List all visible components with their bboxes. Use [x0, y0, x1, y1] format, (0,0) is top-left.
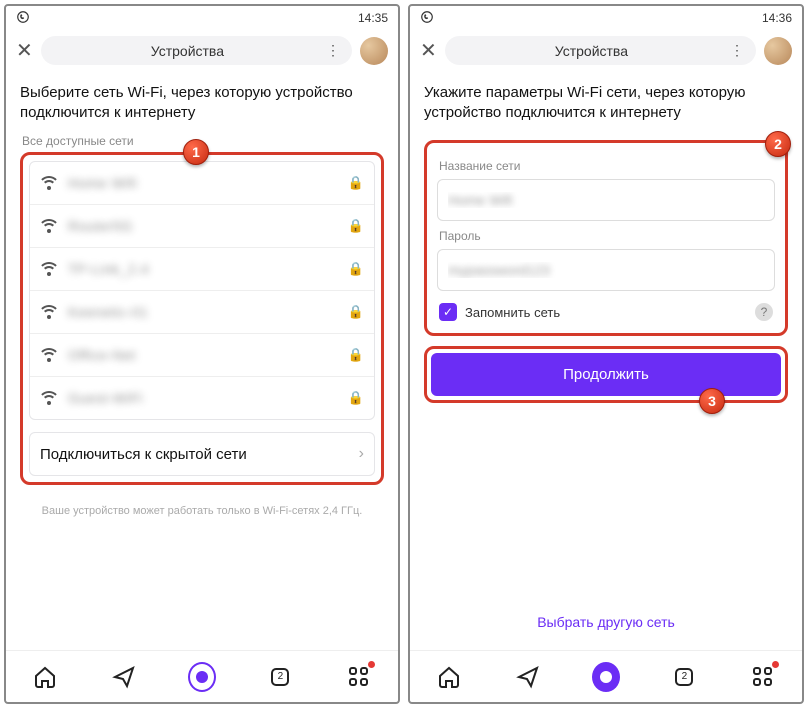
- network-name: Keenetic-01: [68, 304, 338, 320]
- hidden-network-list: Подключиться к скрытой сети ›: [29, 432, 375, 476]
- network-name: Office-Net: [68, 347, 338, 363]
- page-title: Устройства: [51, 43, 324, 59]
- wifi-icon: [40, 174, 58, 192]
- wifi-icon: [40, 346, 58, 364]
- network-name: Router5G: [68, 218, 338, 234]
- heading: Укажите параметры Wi-Fi сети, через кото…: [424, 83, 788, 122]
- more-icon[interactable]: ⋮: [728, 42, 746, 59]
- continue-button[interactable]: Продолжить: [431, 353, 781, 396]
- lock-icon: 🔒: [348, 347, 364, 363]
- lock-icon: 🔒: [348, 390, 364, 406]
- network-row[interactable]: Guest-WiFi 🔒: [30, 377, 374, 419]
- hidden-network-row[interactable]: Подключиться к скрытой сети ›: [30, 433, 374, 475]
- lock-icon: 🔒: [348, 175, 364, 191]
- lock-icon: 🔒: [348, 218, 364, 234]
- network-name-label: Название сети: [439, 159, 773, 173]
- nav-alice-icon[interactable]: [188, 663, 216, 691]
- wifi-icon: [40, 260, 58, 278]
- status-time: 14:35: [358, 11, 388, 25]
- lock-icon: 🔒: [348, 304, 364, 320]
- network-row[interactable]: TP-Link_2.4 🔒: [30, 248, 374, 291]
- topbar: ✕ Устройства ⋮: [6, 30, 398, 71]
- lock-icon: 🔒: [348, 261, 364, 277]
- remember-checkbox[interactable]: ✓: [439, 303, 457, 321]
- network-name-input[interactable]: [437, 179, 775, 221]
- hidden-network-label: Подключиться к скрытой сети: [40, 446, 247, 463]
- phone-screen-right: 14:36 ✕ Устройства ⋮ Укажите параметры W…: [408, 4, 804, 704]
- content: Укажите параметры Wi-Fi сети, через кото…: [410, 71, 802, 650]
- choose-other-network-link[interactable]: Выбрать другую сеть: [424, 614, 788, 630]
- close-icon[interactable]: ✕: [420, 38, 437, 63]
- continue-highlight: Продолжить 3: [424, 346, 788, 403]
- password-label: Пароль: [439, 229, 773, 243]
- network-name: TP-Link_2.4: [68, 261, 338, 277]
- statusbar: 14:35: [6, 6, 398, 30]
- nav-services-icon[interactable]: [749, 663, 777, 691]
- callout-badge-1: 1: [183, 139, 209, 165]
- heading: Выберите сеть Wi-Fi, через которую устро…: [20, 83, 384, 122]
- network-row[interactable]: Keenetic-01 🔒: [30, 291, 374, 334]
- avatar[interactable]: [360, 37, 388, 65]
- title-pill[interactable]: Устройства ⋮: [445, 36, 756, 65]
- topbar: ✕ Устройства ⋮: [410, 30, 802, 71]
- callout-badge-2: 2: [765, 131, 791, 157]
- password-input[interactable]: [437, 249, 775, 291]
- callout-badge-3: 3: [699, 388, 725, 414]
- avatar[interactable]: [764, 37, 792, 65]
- page-title: Устройства: [455, 43, 728, 59]
- remember-row: ✓ Запомнить сеть ?: [439, 303, 773, 321]
- nav-tabs-icon[interactable]: 2: [670, 663, 698, 691]
- network-row[interactable]: Office-Net 🔒: [30, 334, 374, 377]
- close-icon[interactable]: ✕: [16, 38, 33, 63]
- phone-screen-left: 14:35 ✕ Устройства ⋮ Выберите сеть Wi-Fi…: [4, 4, 400, 704]
- help-icon[interactable]: ?: [755, 303, 773, 321]
- whatsapp-icon: [420, 10, 434, 27]
- status-time: 14:36: [762, 11, 792, 25]
- nav-send-icon[interactable]: [110, 663, 138, 691]
- nav-send-icon[interactable]: [514, 663, 542, 691]
- form-highlight: 2 Название сети Пароль ✓ Запомнить сеть …: [424, 140, 788, 336]
- wifi-icon: [40, 217, 58, 235]
- chevron-right-icon: ›: [359, 445, 364, 463]
- whatsapp-icon: [16, 10, 30, 27]
- footnote: Ваше устройство может работать только в …: [30, 505, 374, 517]
- more-icon[interactable]: ⋮: [324, 42, 342, 59]
- statusbar: 14:36: [410, 6, 802, 30]
- network-list: Home Wifi 🔒 Router5G 🔒 TP-Link_2.4 🔒 Kee…: [29, 161, 375, 420]
- content: Выберите сеть Wi-Fi, через которую устро…: [6, 71, 398, 650]
- nav-alice-icon[interactable]: [592, 663, 620, 691]
- nav-home-icon[interactable]: [31, 663, 59, 691]
- nav-home-icon[interactable]: [435, 663, 463, 691]
- remember-label: Запомнить сеть: [465, 305, 560, 320]
- network-name: Guest-WiFi: [68, 390, 338, 406]
- bottom-nav: 2: [410, 650, 802, 702]
- wifi-icon: [40, 303, 58, 321]
- network-row[interactable]: Router5G 🔒: [30, 205, 374, 248]
- nav-services-icon[interactable]: [345, 663, 373, 691]
- notification-dot-icon: [772, 661, 779, 668]
- networks-highlight: 1 Home Wifi 🔒 Router5G 🔒 TP-Link_2.4 🔒: [20, 152, 384, 485]
- nav-tabs-icon[interactable]: 2: [266, 663, 294, 691]
- network-row[interactable]: Home Wifi 🔒: [30, 162, 374, 205]
- wifi-icon: [40, 389, 58, 407]
- bottom-nav: 2: [6, 650, 398, 702]
- network-name: Home Wifi: [68, 175, 338, 191]
- notification-dot-icon: [368, 661, 375, 668]
- title-pill[interactable]: Устройства ⋮: [41, 36, 352, 65]
